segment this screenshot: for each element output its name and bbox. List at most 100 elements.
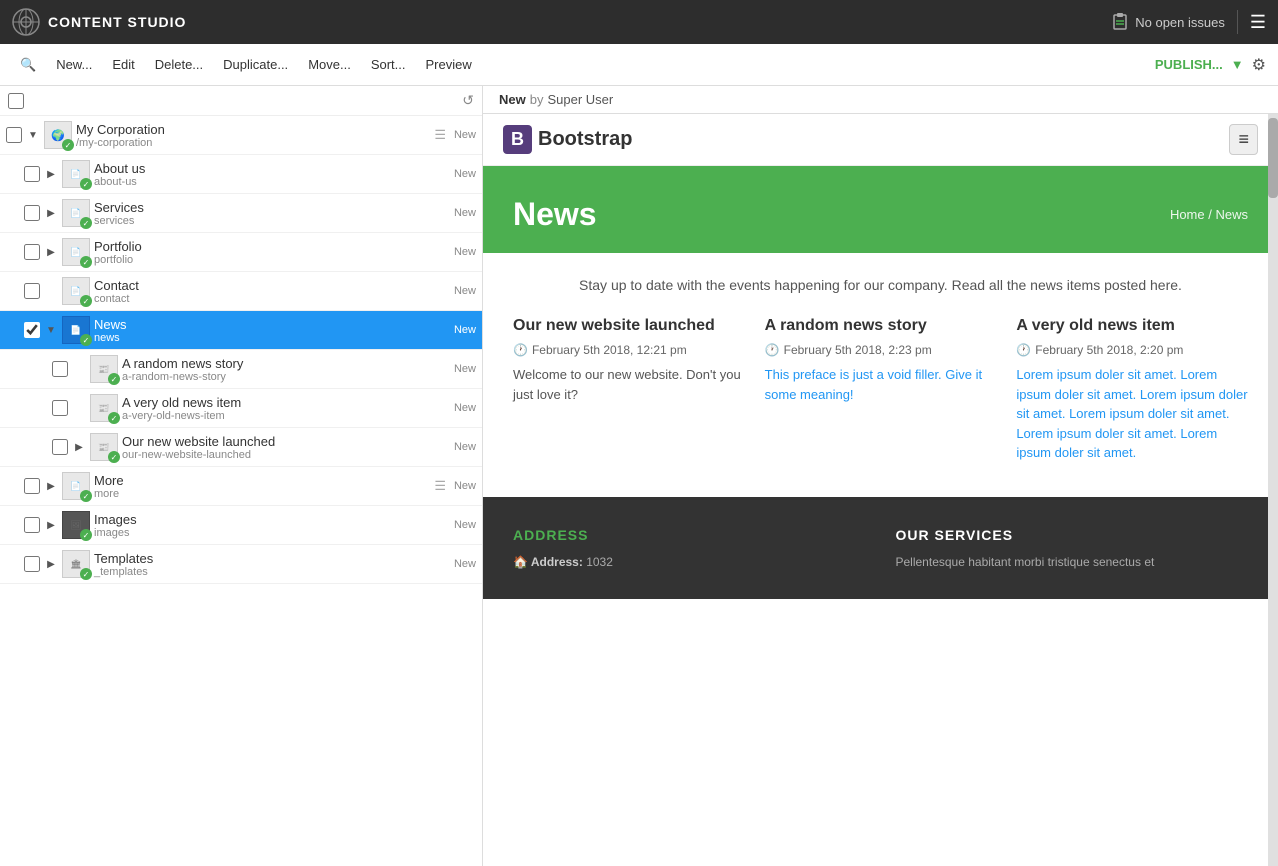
expand-images[interactable]: ▶	[44, 518, 58, 532]
tree-item-random-news[interactable]: ▶ 📰 ✓ A random news story a-random-news-…	[0, 350, 482, 389]
expand-my-corporation[interactable]: ▼	[26, 128, 40, 142]
footer-services-text: Pellentesque habitant morbi tristique se…	[896, 555, 1249, 569]
clock-icon-2: 🕐	[765, 343, 780, 357]
topbar-divider	[1237, 10, 1238, 34]
icon-services: 📄 ✓	[62, 199, 90, 227]
topbar: CONTENT STUDIO No open issues ☰	[0, 0, 1278, 44]
tree-item-more[interactable]: ▶ 📄 ✓ More more ☰ New	[0, 467, 482, 506]
search-button[interactable]: 🔍	[12, 53, 44, 77]
news-card-3-date: 🕐 February 5th 2018, 2:20 pm	[1016, 343, 1248, 357]
checkbox-website-launched[interactable]	[52, 439, 68, 455]
label-contact: Contact	[94, 278, 454, 293]
edit-button[interactable]: Edit	[104, 53, 142, 76]
move-button[interactable]: Move...	[300, 53, 359, 76]
delete-button[interactable]: Delete...	[147, 53, 211, 76]
footer-services-title: OUR SERVICES	[896, 527, 1249, 543]
tree-header: ↺	[0, 86, 482, 116]
breadcrumb-current: News	[1215, 207, 1248, 222]
news-card-1-date: 🕐 February 5th 2018, 12:21 pm	[513, 343, 745, 357]
checkbox-about-us[interactable]	[24, 166, 40, 182]
content-panel: New by Super User B Bootstrap ≡ News	[483, 86, 1278, 866]
preview-button[interactable]: Preview	[418, 53, 480, 76]
badge-about-us: New	[454, 168, 476, 180]
checkbox-news[interactable]	[24, 322, 40, 338]
tree-item-contact[interactable]: ▶ 📄 ✓ Contact contact New	[0, 272, 482, 311]
checkbox-random-news[interactable]	[52, 361, 68, 377]
scrollbar[interactable]	[1268, 114, 1278, 866]
expand-website-launched[interactable]: ▶	[72, 440, 86, 454]
news-card-2-title: A random news story	[765, 317, 997, 335]
content-header: New by Super User	[483, 86, 1278, 114]
menu-more[interactable]: ☰	[434, 478, 446, 494]
expand-portfolio[interactable]: ▶	[44, 245, 58, 259]
refresh-icon[interactable]: ↺	[462, 92, 474, 109]
checkbox-services[interactable]	[24, 205, 40, 221]
label-more: More	[94, 473, 434, 488]
expand-more[interactable]: ▶	[44, 479, 58, 493]
footer-address-title: ADDRESS	[513, 527, 866, 543]
badge-more: New	[454, 480, 476, 492]
path-images: images	[94, 527, 454, 539]
news-card-2-excerpt: This preface is just a void filler. Give…	[765, 365, 997, 404]
tree-item-images[interactable]: ▶ 🖼 ✓ Images images New	[0, 506, 482, 545]
publish-dropdown-button[interactable]: ▼	[1231, 57, 1244, 72]
badge-news: New	[454, 324, 476, 336]
checkbox-portfolio[interactable]	[24, 244, 40, 260]
label-my-corporation: My Corporation	[76, 122, 434, 137]
settings-button[interactable]: ⚙	[1252, 55, 1266, 75]
checkbox-images[interactable]	[24, 517, 40, 533]
clipboard-icon	[1111, 13, 1129, 31]
tree-item-portfolio[interactable]: ▶ 📄 ✓ Portfolio portfolio New	[0, 233, 482, 272]
tree-item-website-launched[interactable]: ▶ 📰 ✓ Our new website launched our-new-w…	[0, 428, 482, 467]
preview-nav: B Bootstrap ≡	[483, 114, 1278, 166]
hamburger-menu-icon[interactable]: ☰	[1250, 12, 1266, 33]
tree-item-about-us[interactable]: ▶ 📄 ✓ About us about-us New	[0, 155, 482, 194]
icon-old-news: 📰 ✓	[90, 394, 118, 422]
path-portfolio: portfolio	[94, 254, 454, 266]
checkbox-old-news[interactable]	[52, 400, 68, 416]
scrollbar-thumb[interactable]	[1268, 118, 1278, 198]
checkbox-templates[interactable]	[24, 556, 40, 572]
label-random-news: A random news story	[122, 356, 454, 371]
label-templates: Templates	[94, 551, 454, 566]
toolbar-right: PUBLISH... ▼ ⚙	[1155, 55, 1266, 75]
preview-nav-hamburger[interactable]: ≡	[1229, 124, 1258, 155]
footer-services-section: OUR SERVICES Pellentesque habitant morbi…	[896, 527, 1249, 569]
duplicate-button[interactable]: Duplicate...	[215, 53, 296, 76]
path-more: more	[94, 488, 434, 500]
badge-services: New	[454, 207, 476, 219]
path-website-launched: our-new-website-launched	[122, 449, 454, 461]
tree-item-templates[interactable]: ▶ 🏛 ✓ Templates _templates New	[0, 545, 482, 584]
badge-contact: New	[454, 285, 476, 297]
expand-about-us[interactable]: ▶	[44, 167, 58, 181]
expand-news[interactable]: ▼	[44, 323, 58, 337]
expand-templates[interactable]: ▶	[44, 557, 58, 571]
preview-hero-title: News	[513, 196, 597, 233]
issues-indicator[interactable]: No open issues	[1111, 13, 1225, 31]
tree-item-news[interactable]: ▼ 📄 ✓ News news New	[0, 311, 482, 350]
label-images: Images	[94, 512, 454, 527]
path-about-us: about-us	[94, 176, 454, 188]
icon-my-corporation: 🌍 ✓	[44, 121, 72, 149]
footer-address-text: 🏠 Address: 1032	[513, 555, 866, 569]
path-templates: _templates	[94, 566, 454, 578]
new-button[interactable]: New...	[48, 53, 100, 76]
news-card-2: A random news story 🕐 February 5th 2018,…	[765, 317, 997, 463]
sort-button[interactable]: Sort...	[363, 53, 414, 76]
news-card-1: Our new website launched 🕐 February 5th …	[513, 317, 745, 463]
path-news: news	[94, 332, 454, 344]
menu-my-corporation[interactable]: ☰	[434, 127, 446, 143]
checkbox-more[interactable]	[24, 478, 40, 494]
tree-item-services[interactable]: ▶ 📄 ✓ Services services New	[0, 194, 482, 233]
select-all-checkbox[interactable]	[8, 93, 24, 109]
tree-item-my-corporation[interactable]: ▼ 🌍 ✓ My Corporation /my-corporation ☰ N…	[0, 116, 482, 155]
tree-header-left	[8, 93, 28, 109]
label-website-launched: Our new website launched	[122, 434, 454, 449]
badge-templates: New	[454, 558, 476, 570]
preview-description: Stay up to date with the events happenin…	[513, 277, 1248, 293]
expand-services[interactable]: ▶	[44, 206, 58, 220]
tree-item-old-news[interactable]: ▶ 📰 ✓ A very old news item a-very-old-ne…	[0, 389, 482, 428]
publish-button[interactable]: PUBLISH...	[1155, 57, 1223, 72]
checkbox-my-corporation[interactable]	[6, 127, 22, 143]
checkbox-contact[interactable]	[24, 283, 40, 299]
